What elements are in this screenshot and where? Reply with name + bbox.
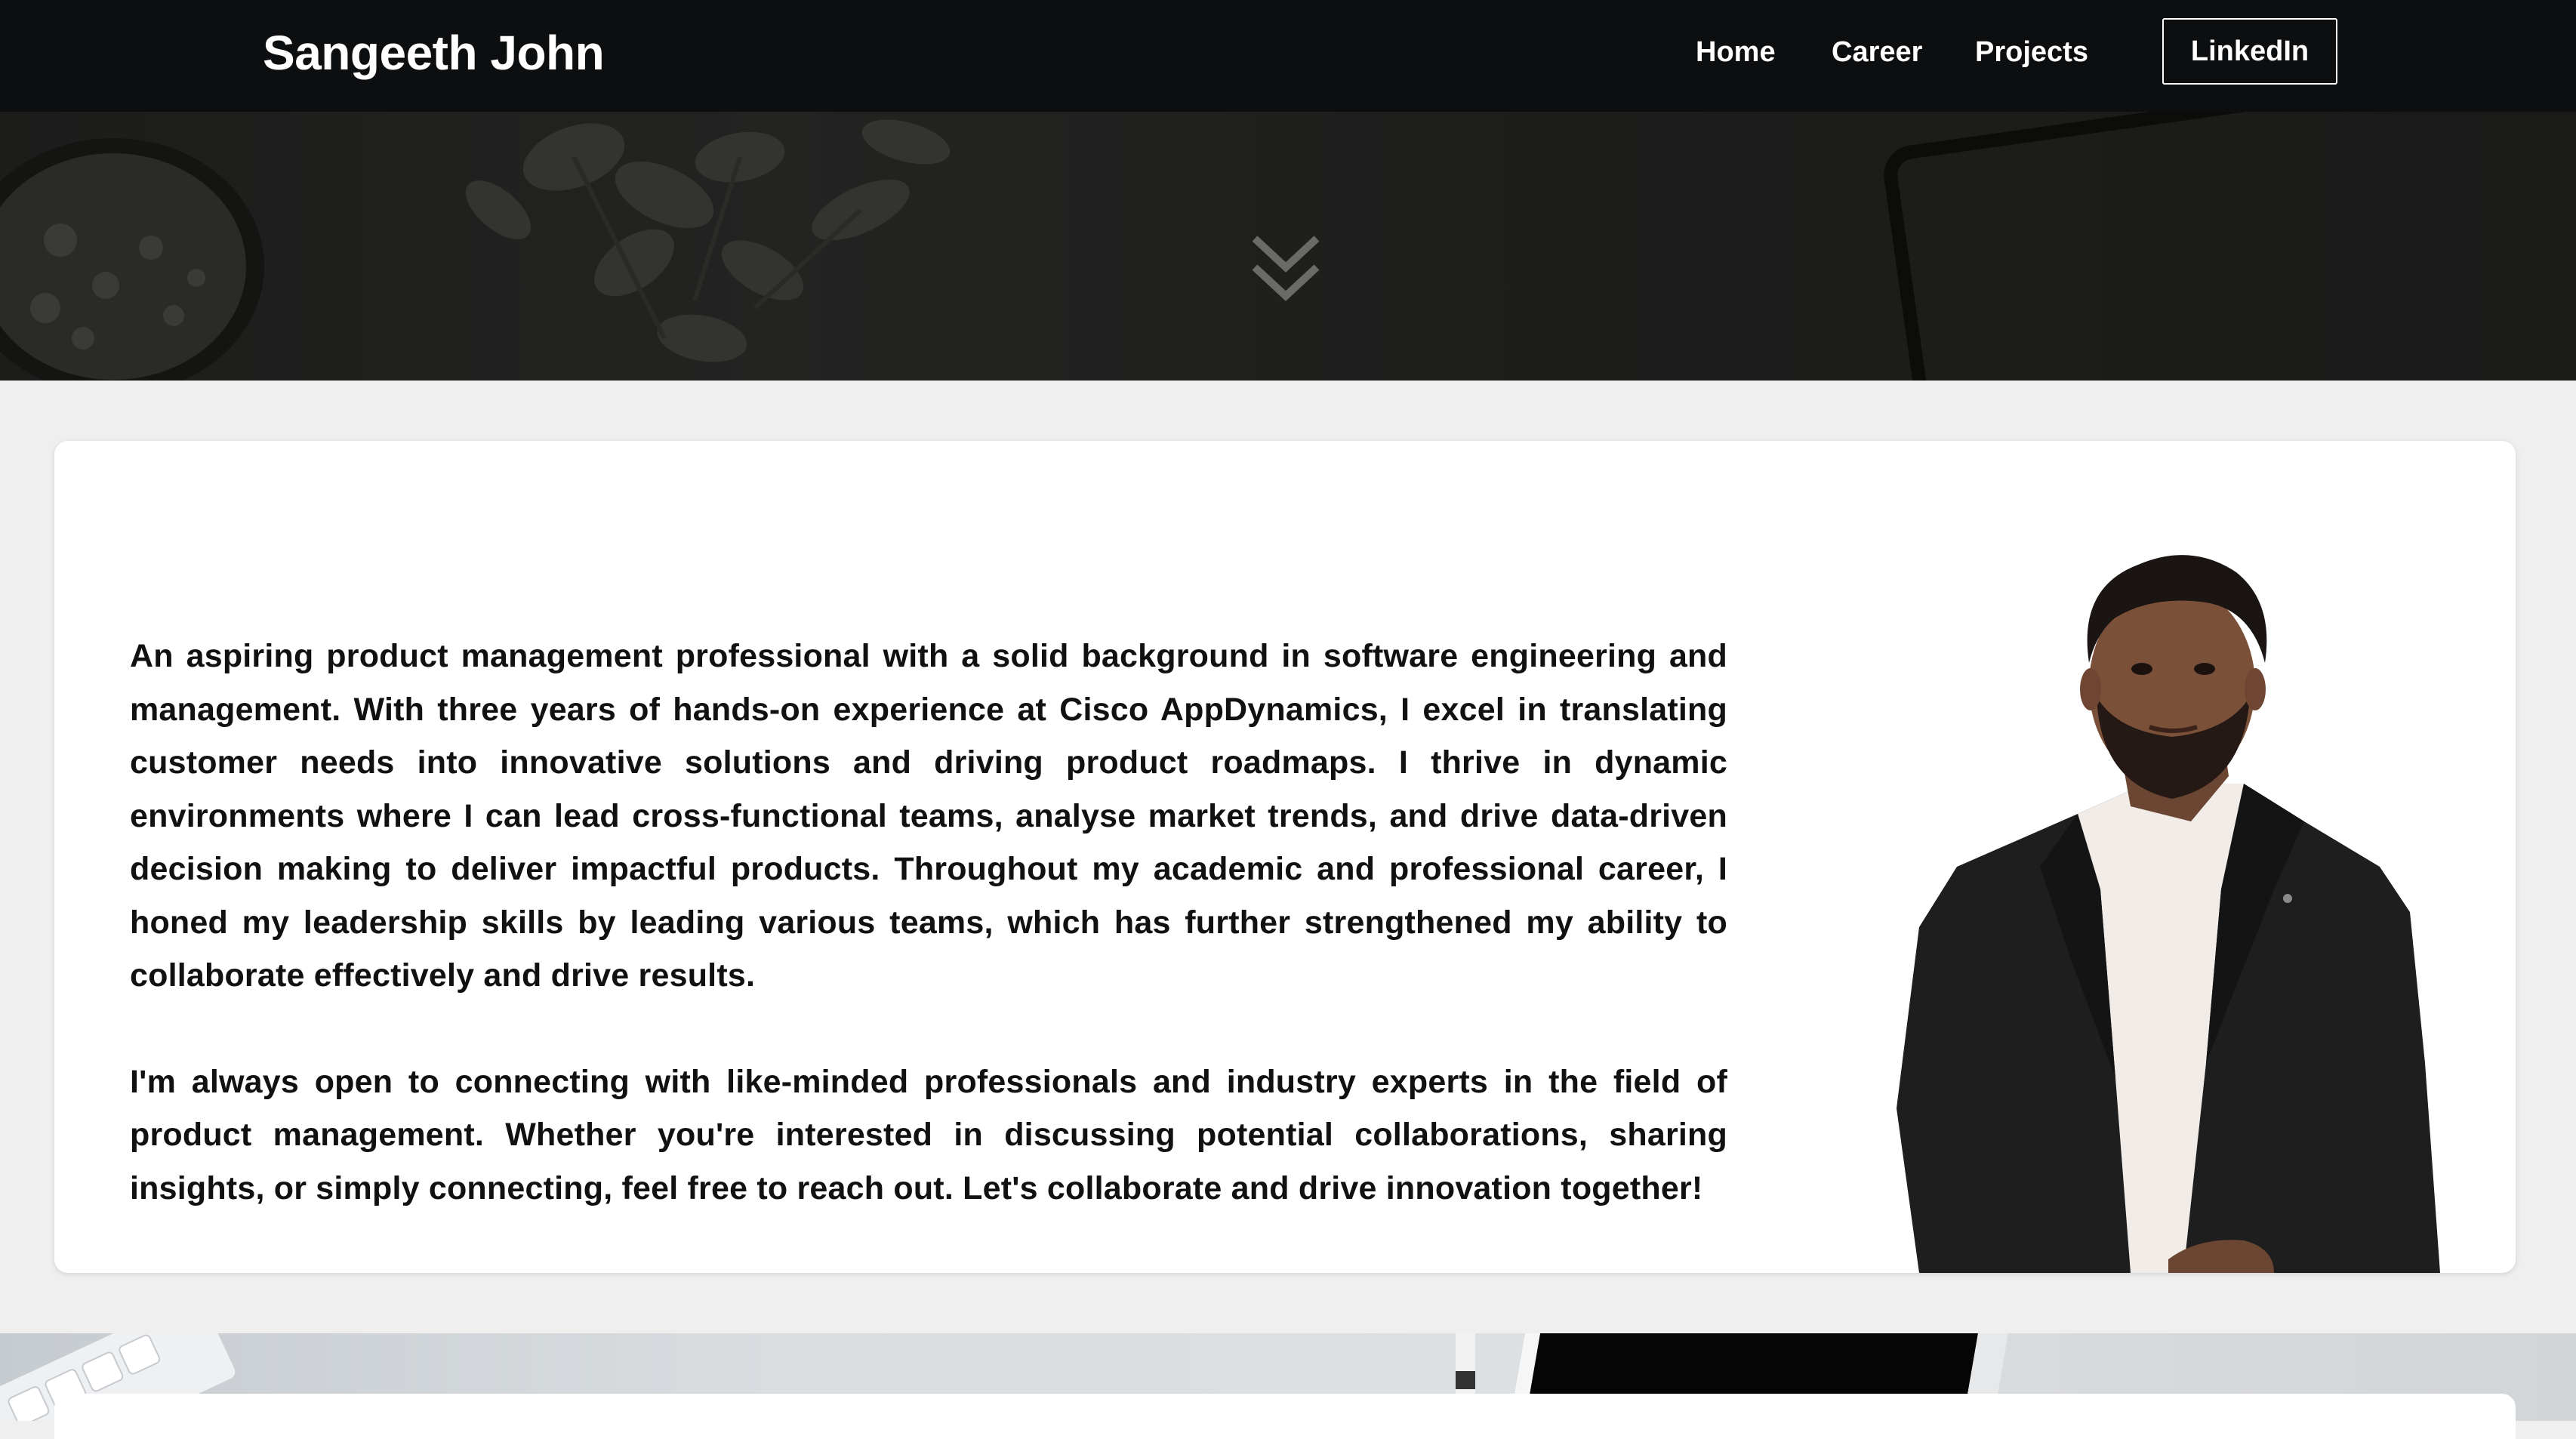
- next-section-card: [54, 1394, 2516, 1439]
- hero-background-decor: [0, 119, 951, 381]
- profile-portrait: [1897, 555, 2440, 1273]
- main-nav: Home Career Projects LinkedIn: [0, 0, 2576, 112]
- nav-linkedin-button[interactable]: LinkedIn: [2162, 18, 2337, 85]
- hero-background-tablet: [1880, 112, 2576, 381]
- double-chevron-down-icon: [1252, 236, 1320, 301]
- scroll-down-button[interactable]: [1250, 234, 1321, 304]
- about-paragraph-intro: An aspiring product management professio…: [130, 638, 1727, 994]
- nav-career-link[interactable]: Career: [1832, 33, 1922, 71]
- about-paragraph-connect: I'm always open to connecting with like-…: [130, 1063, 1727, 1206]
- hero-banner: [0, 112, 2576, 381]
- about-card: An aspiring product management professio…: [54, 441, 2516, 1273]
- nav-home-link[interactable]: Home: [1696, 33, 1776, 71]
- about-text: An aspiring product management professio…: [130, 630, 1727, 1268]
- navbar: Sangeeth John Home Career Projects Linke…: [0, 0, 2576, 112]
- nav-projects-link[interactable]: Projects: [1975, 33, 2088, 71]
